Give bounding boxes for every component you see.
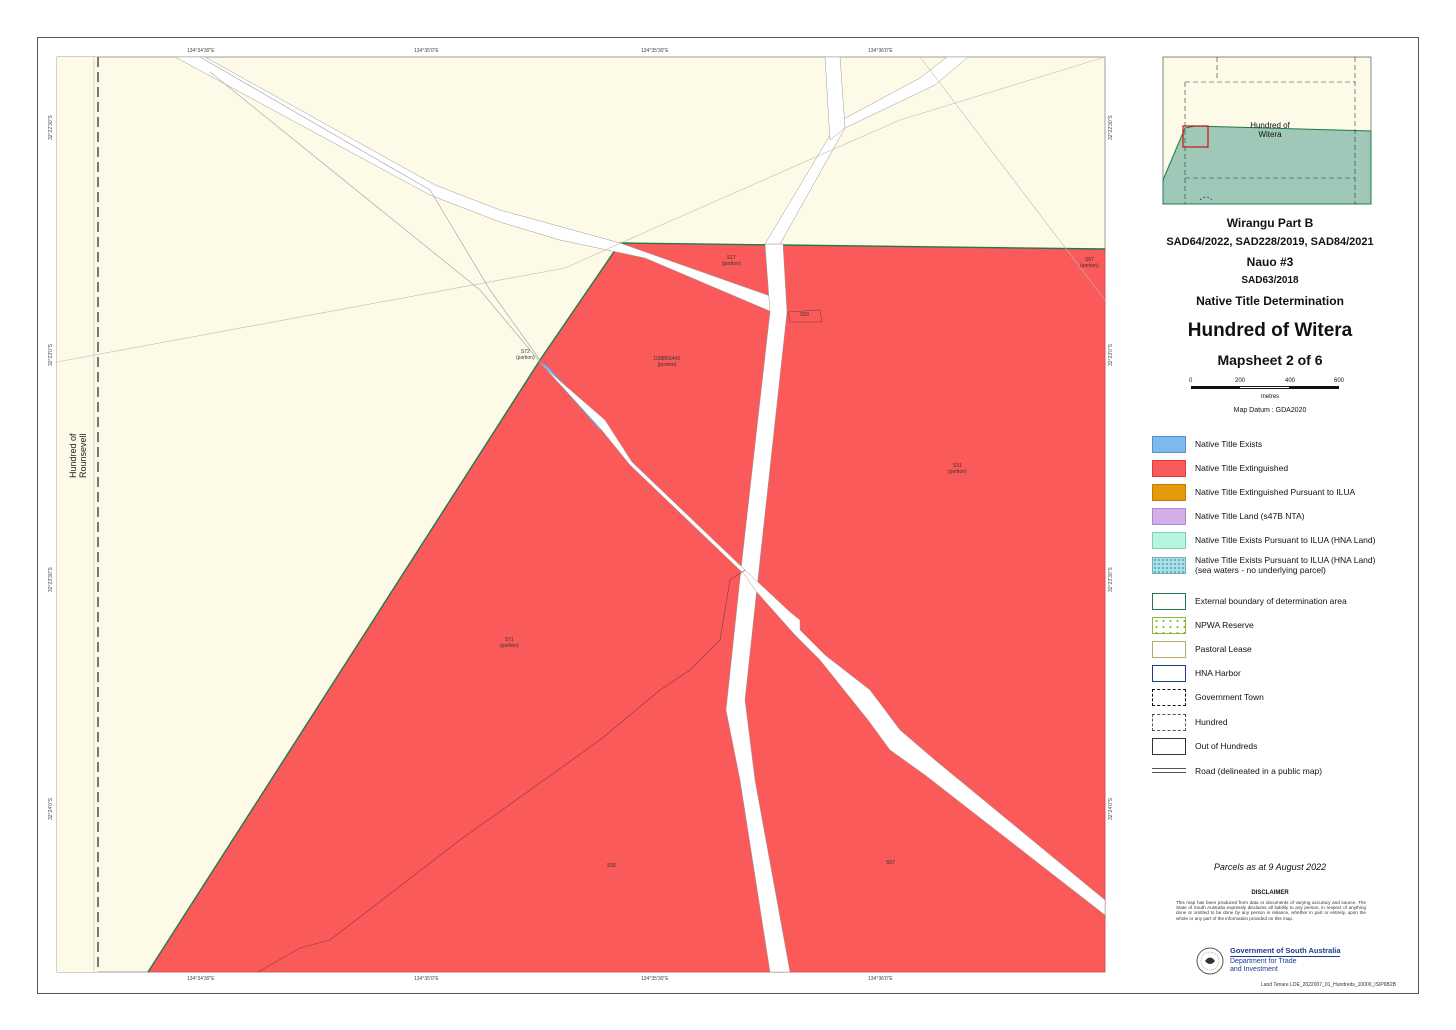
coord-bottom-4: 134°36'0"E bbox=[868, 976, 893, 982]
legend-swatch bbox=[1152, 508, 1186, 525]
parcels-date: Parcels as at 9 August 2022 bbox=[1213, 862, 1327, 872]
mapsheet-number: Mapsheet 2 of 6 bbox=[1217, 352, 1323, 368]
coord-bottom-2: 134°35'0"E bbox=[414, 976, 439, 982]
legend-panel: Wirangu Part B SAD64/2022, SAD228/2019, … bbox=[1140, 50, 1400, 990]
coord-top-2: 134°35'0"E bbox=[414, 48, 439, 54]
parcel-label: S53 bbox=[800, 312, 809, 318]
map-datum: Map Datum : GDA2020 bbox=[1233, 407, 1307, 414]
coord-left-3: 32°23'30"S bbox=[48, 567, 54, 592]
legend-label: Pastoral Lease bbox=[1195, 644, 1252, 654]
legend-swatch bbox=[1152, 460, 1186, 477]
legend-label: Out of Hundreds bbox=[1195, 741, 1258, 751]
legend-label: Hundred bbox=[1195, 717, 1228, 727]
legend-swatch bbox=[1152, 738, 1186, 755]
legend-label: Native Title Land (s47B NTA) bbox=[1195, 511, 1305, 521]
legend-label: External boundary of determination area bbox=[1195, 596, 1347, 606]
coord-bottom-1: 134°34'30"E bbox=[187, 976, 215, 982]
legend-label: Native Title Extinguished Pursuant to IL… bbox=[1195, 487, 1356, 497]
govt-divider bbox=[1230, 956, 1340, 957]
parcel-label: S31 (portion) bbox=[948, 463, 967, 475]
legend-swatch bbox=[1152, 641, 1186, 658]
legend-swatch bbox=[1152, 665, 1186, 682]
coord-right-2: 32°23'0"S bbox=[1108, 344, 1114, 366]
scale-label: 400 bbox=[1285, 378, 1296, 384]
coord-right-1: 32°22'30"S bbox=[1108, 115, 1114, 140]
hundred-rounsevell-label: Hundred of Rounsevell bbox=[68, 433, 88, 478]
legend-label: HNA Harbor bbox=[1195, 668, 1241, 678]
legend-swatch bbox=[1152, 768, 1186, 773]
title-nauo: Nauo #3 bbox=[1246, 255, 1294, 269]
legend-label: Road (delineated in a public map) bbox=[1195, 766, 1323, 776]
legend-label: Native Title Exists Pursuant to ILUA (HN… bbox=[1195, 555, 1376, 575]
scale-bar bbox=[1191, 386, 1339, 389]
department-name: Department for Trade and Investment bbox=[1230, 958, 1297, 973]
legend-label: Native Title Exists Pursuant to ILUA (HN… bbox=[1195, 535, 1376, 545]
title-determination: Native Title Determination bbox=[1196, 294, 1344, 308]
legend-label: Native Title Exists bbox=[1195, 439, 1263, 449]
legend-label: NPWA Reserve bbox=[1195, 620, 1254, 630]
disclaimer-title: DISCLAIMER bbox=[1251, 890, 1289, 896]
legend-swatch bbox=[1152, 557, 1186, 574]
legend-swatch bbox=[1152, 689, 1186, 706]
document-reference: Land Tenure LDE_2022007_01_Hundreds_1000… bbox=[1260, 982, 1396, 988]
parcel-label: S95 bbox=[607, 863, 616, 869]
government-name: Government of South Australia bbox=[1230, 946, 1341, 955]
coord-right-4: 32°24'0"S bbox=[1108, 798, 1114, 820]
title-sad63: SAD63/2018 bbox=[1241, 275, 1299, 286]
hundred-strip bbox=[57, 57, 98, 972]
scale-units: metres bbox=[1260, 394, 1280, 400]
coord-left-2: 32°23'0"S bbox=[48, 344, 54, 366]
coord-bottom-3: 134°35'30"E bbox=[641, 976, 669, 982]
legend-swatch bbox=[1152, 617, 1186, 634]
coord-top-4: 134°36'0"E bbox=[868, 48, 893, 54]
coord-left-1: 32°22'30"S bbox=[48, 115, 54, 140]
scale-label: 0 bbox=[1189, 378, 1193, 384]
parcel-label: S67 (portion) bbox=[1080, 257, 1099, 269]
legend-swatch bbox=[1152, 532, 1186, 549]
parcel-label: D38863443 (portion) bbox=[654, 356, 680, 368]
scale-label: 600 bbox=[1334, 378, 1345, 384]
disclaimer-text: This map has been produced from data or … bbox=[1176, 900, 1366, 921]
legend-swatch bbox=[1152, 714, 1186, 731]
sa-government-crest-icon bbox=[1196, 947, 1224, 975]
legend-swatch bbox=[1152, 593, 1186, 610]
coord-right-3: 32°23'30"S bbox=[1108, 567, 1114, 592]
parcel-label: S67 bbox=[886, 860, 895, 866]
page-title: Hundred of Witera bbox=[1187, 320, 1353, 341]
legend-label: Government Town bbox=[1195, 692, 1264, 702]
title-sad-numbers: SAD64/2022, SAD228/2019, SAD84/2021 bbox=[1166, 236, 1374, 248]
legend-swatch bbox=[1152, 436, 1186, 453]
coord-top-3: 134°35'30"E bbox=[641, 48, 669, 54]
legend-swatch bbox=[1152, 484, 1186, 501]
parcel-label: S71 (portion) bbox=[500, 637, 519, 649]
coord-top-1: 134°34'30"E bbox=[187, 48, 215, 54]
scale-label: 200 bbox=[1235, 378, 1246, 384]
parcel-label: S72 (portion) bbox=[516, 349, 535, 361]
legend-label: Native Title Extinguished bbox=[1195, 463, 1289, 473]
title-wirangu: Wirangu Part B bbox=[1226, 216, 1314, 230]
coord-left-4: 32°24'0"S bbox=[48, 798, 54, 820]
parcel-label: S17 (portion) bbox=[722, 255, 741, 267]
